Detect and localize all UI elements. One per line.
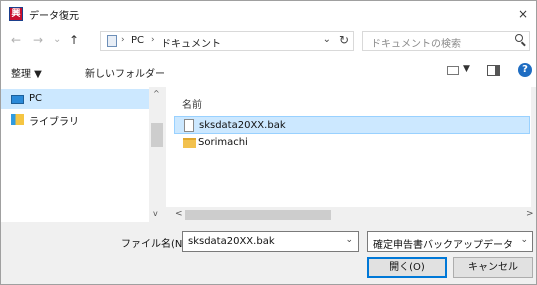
restore-dialog: 興 データ復元 × ← → ⌄ ↑ › PC › ドキュメント ⌄ ↻ ドキュメ… <box>0 0 537 285</box>
up-button[interactable]: ↑ <box>69 33 79 47</box>
pc-icon <box>11 95 24 104</box>
scroll-right-arrow[interactable]: > <box>526 209 534 219</box>
breadcrumb-separator: › <box>151 35 155 45</box>
forward-button[interactable]: → <box>33 33 43 47</box>
back-button[interactable]: ← <box>11 33 21 47</box>
search-placeholder: ドキュメントの検索 <box>371 39 461 50</box>
column-header-name[interactable]: 名前 <box>182 96 202 111</box>
cancel-button[interactable]: キャンセル <box>453 257 533 278</box>
scroll-down-arrow[interactable]: v <box>153 209 158 218</box>
view-dropdown-icon[interactable]: ▼ <box>463 64 470 74</box>
sidebar-scrollbar[interactable]: ^ v <box>149 87 164 222</box>
refresh-icon[interactable]: ↻ <box>339 33 349 47</box>
filetype-dropdown-icon[interactable]: ⌄ <box>520 235 528 245</box>
preview-pane-icon[interactable] <box>487 65 500 76</box>
navigation-pane: PC ライブラリ <box>1 87 164 222</box>
horizontal-scroll-thumb[interactable] <box>185 210 331 220</box>
new-folder-button[interactable]: 新しいフォルダー <box>85 65 165 80</box>
open-button[interactable]: 開く(O) <box>367 257 447 278</box>
breadcrumb-pc[interactable]: PC <box>131 35 144 46</box>
dialog-footer: ファイル名(N): sksdata20XX.bak ⌄ 確定申告書バックアップデ… <box>1 222 536 284</box>
filename-value: sksdata20XX.bak <box>188 236 275 247</box>
folder-row[interactable]: Sorimachi <box>174 134 530 152</box>
organize-button[interactable]: 整理 ▼ <box>11 65 42 80</box>
window-title: データ復元 <box>29 11 79 22</box>
filetype-select[interactable]: 確定申告書バックアップデータ (*.bak) ⌄ <box>367 231 533 252</box>
search-box[interactable]: ドキュメントの検索 <box>362 31 530 51</box>
recent-locations-button[interactable]: ⌄ <box>53 34 61 45</box>
filename-dropdown-icon[interactable]: ⌄ <box>345 235 353 245</box>
sidebar-item-pc[interactable]: PC <box>1 89 149 109</box>
file-row[interactable]: sksdata20XX.bak <box>174 116 530 134</box>
close-button[interactable]: × <box>514 5 532 23</box>
view-options-icon[interactable] <box>447 66 459 75</box>
breadcrumb-documents[interactable]: ドキュメント <box>161 35 221 50</box>
navigation-bar: ← → ⌄ ↑ › PC › ドキュメント ⌄ ↻ ドキュメントの検索 <box>1 27 536 55</box>
folder-name: Sorimachi <box>198 137 248 148</box>
title-bar: 興 データ復元 × <box>1 1 536 27</box>
sidebar-scroll-thumb[interactable] <box>151 123 163 147</box>
library-icon <box>11 114 24 125</box>
filename-label: ファイル名(N): <box>121 239 190 250</box>
scroll-up-arrow[interactable]: ^ <box>153 89 160 98</box>
command-bar: 整理 ▼ 新しいフォルダー ▼ ? <box>1 55 536 88</box>
filetype-value: 確定申告書バックアップデータ (*.bak) <box>373 240 517 251</box>
sidebar-item-library[interactable]: ライブラリ <box>1 109 149 129</box>
address-bar[interactable]: › PC › ドキュメント ⌄ ↻ <box>100 31 354 51</box>
file-list: 名前 sksdata20XX.bak Sorimachi <box>166 87 536 222</box>
file-icon <box>184 119 194 132</box>
filelist-vertical-scrollbar[interactable] <box>531 87 536 207</box>
address-dropdown-icon[interactable]: ⌄ <box>323 34 331 45</box>
help-icon[interactable]: ? <box>518 63 532 77</box>
file-name: sksdata20XX.bak <box>199 120 286 131</box>
app-icon: 興 <box>9 7 23 21</box>
sidebar-item-label: ライブラリ <box>29 117 79 128</box>
scroll-left-arrow[interactable]: < <box>175 209 183 219</box>
folder-icon <box>183 138 196 148</box>
sidebar-item-label: PC <box>29 93 43 104</box>
filename-input[interactable]: sksdata20XX.bak ⌄ <box>182 231 359 252</box>
search-icon-handle <box>521 41 526 47</box>
breadcrumb-separator: › <box>121 35 125 45</box>
computer-icon <box>107 35 117 47</box>
